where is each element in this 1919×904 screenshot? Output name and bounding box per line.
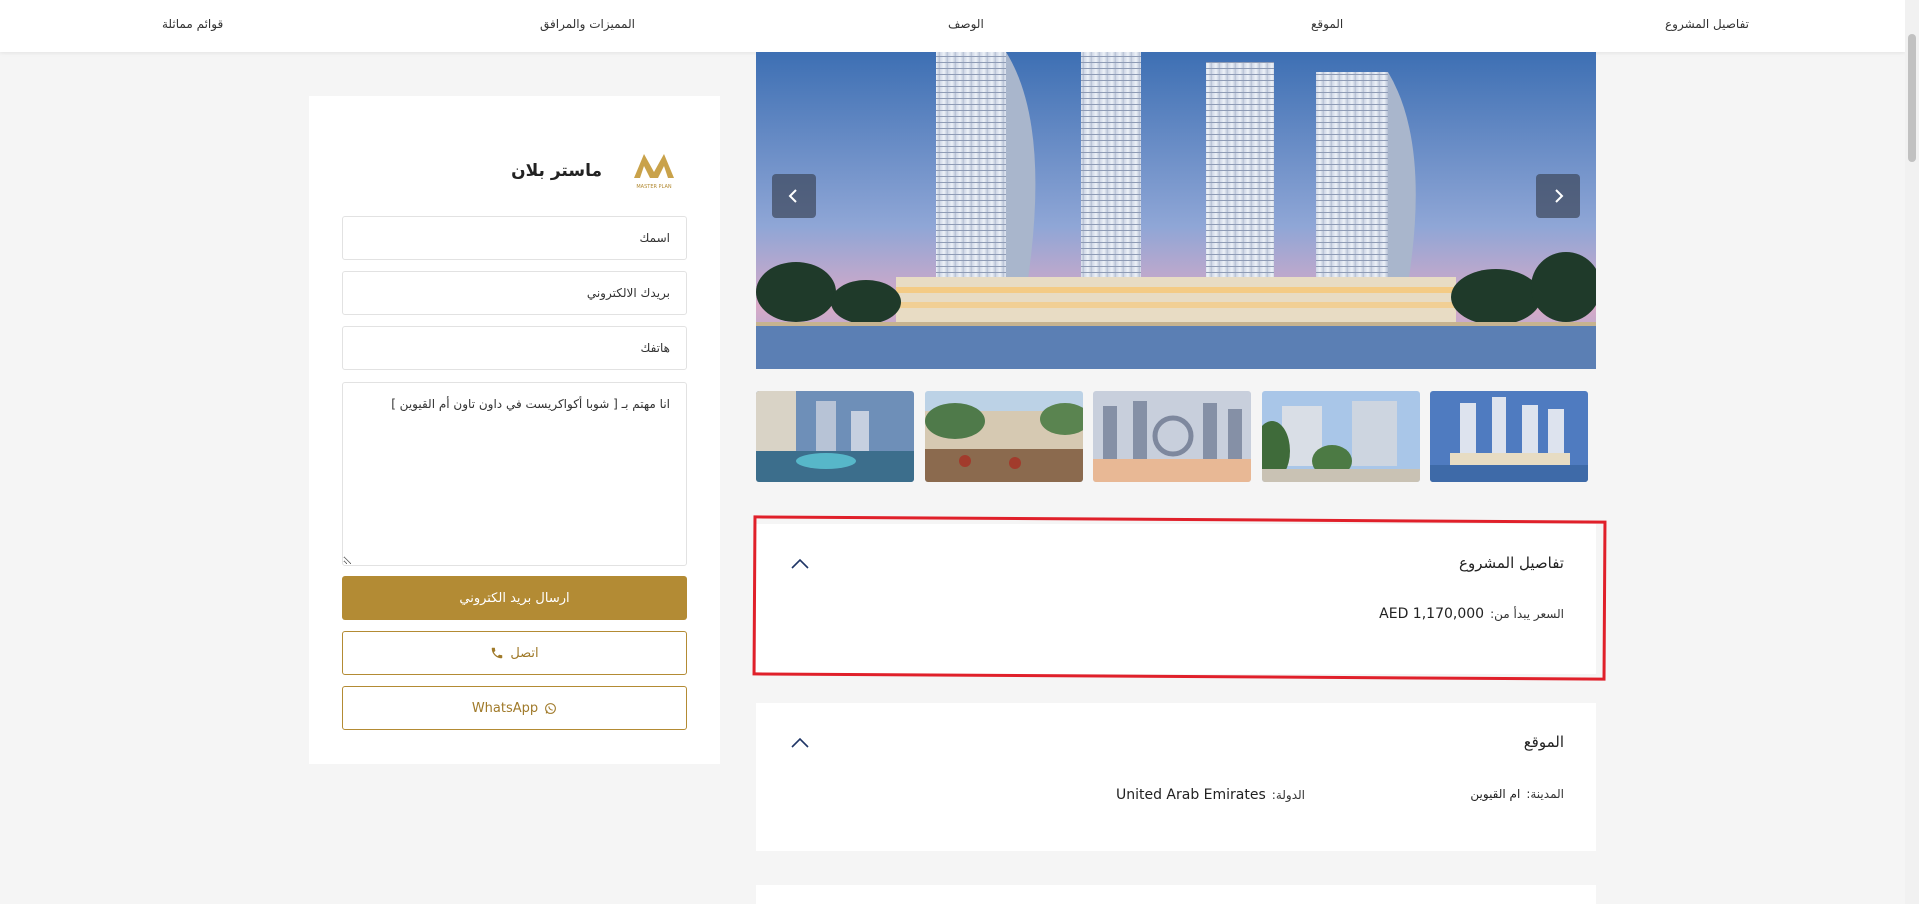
nav-project-details[interactable]: تفاصيل المشروع (1665, 17, 1749, 31)
gallery-thumbnail-3[interactable] (1093, 391, 1251, 482)
logo-caption: MASTER PLAN (636, 184, 672, 190)
send-email-button[interactable]: ارسال بريد الكتروني (342, 576, 687, 620)
whatsapp-button[interactable]: WhatsApp (342, 686, 687, 730)
scrollbar-thumb[interactable] (1908, 34, 1916, 162)
chevron-right-icon (1555, 189, 1564, 203)
whatsapp-label: WhatsApp (471, 700, 539, 716)
name-input[interactable] (342, 216, 687, 260)
message-textarea[interactable]: انا مهتم بـ [ شوبا أكواكريست في داون تاو… (342, 382, 687, 566)
gallery-thumbnail-4[interactable] (1262, 391, 1420, 482)
gallery-prev-button[interactable] (772, 174, 816, 218)
description-section (756, 885, 1596, 904)
whatsapp-icon (545, 702, 557, 714)
country-value: United Arab Emirates (1115, 787, 1266, 803)
gallery-thumbnails (756, 391, 1596, 483)
nav-features-amenities[interactable]: المميزات والمرافق (540, 17, 635, 31)
call-label: اتصل (510, 645, 539, 661)
call-button[interactable]: اتصل (342, 631, 687, 675)
gallery-thumbnail-1[interactable] (756, 391, 914, 482)
nav-description[interactable]: الوصف (948, 17, 984, 31)
location-section: الموقع المدينة: ام القيوين الدولة: Unite… (756, 703, 1596, 851)
city-label: المدينة: (1526, 787, 1564, 801)
highlight-box (752, 515, 1607, 681)
page-scrollbar[interactable] (1905, 0, 1919, 904)
location-title: الموقع (1523, 733, 1564, 751)
send-email-label: ارسال بريد الكتروني (459, 590, 570, 606)
nav-location[interactable]: الموقع (1311, 17, 1343, 31)
city-value: ام القيوين (1470, 787, 1521, 801)
country-label: الدولة: (1271, 788, 1305, 802)
city-row: المدينة: ام القيوين (1470, 787, 1564, 801)
contact-agent-panel: ماستر بلان MASTER PLAN انا مهتم بـ [ شوب… (309, 96, 720, 764)
agency-brand: ماستر بلان MASTER PLAN (511, 148, 680, 194)
phone-input[interactable] (342, 326, 687, 370)
chevron-up-icon[interactable] (788, 733, 812, 753)
gallery-thumbnail-5[interactable] (1430, 391, 1588, 482)
country-row: الدولة: United Arab Emirates (1116, 787, 1305, 803)
email-input[interactable] (342, 271, 687, 315)
gallery-next-button[interactable] (1536, 174, 1580, 218)
phone-icon (492, 647, 503, 659)
agency-name: ماستر بلان (511, 161, 602, 181)
top-navigation: تفاصيل المشروع الموقع الوصف المميزات وال… (0, 0, 1905, 52)
chevron-left-icon (788, 189, 797, 203)
gallery-thumbnail-2[interactable] (925, 391, 1083, 482)
agency-logo: MASTER PLAN (634, 154, 674, 190)
nav-similar-listings[interactable]: قوائم مماثلة (162, 17, 223, 31)
gallery-main-image (756, 52, 1596, 369)
